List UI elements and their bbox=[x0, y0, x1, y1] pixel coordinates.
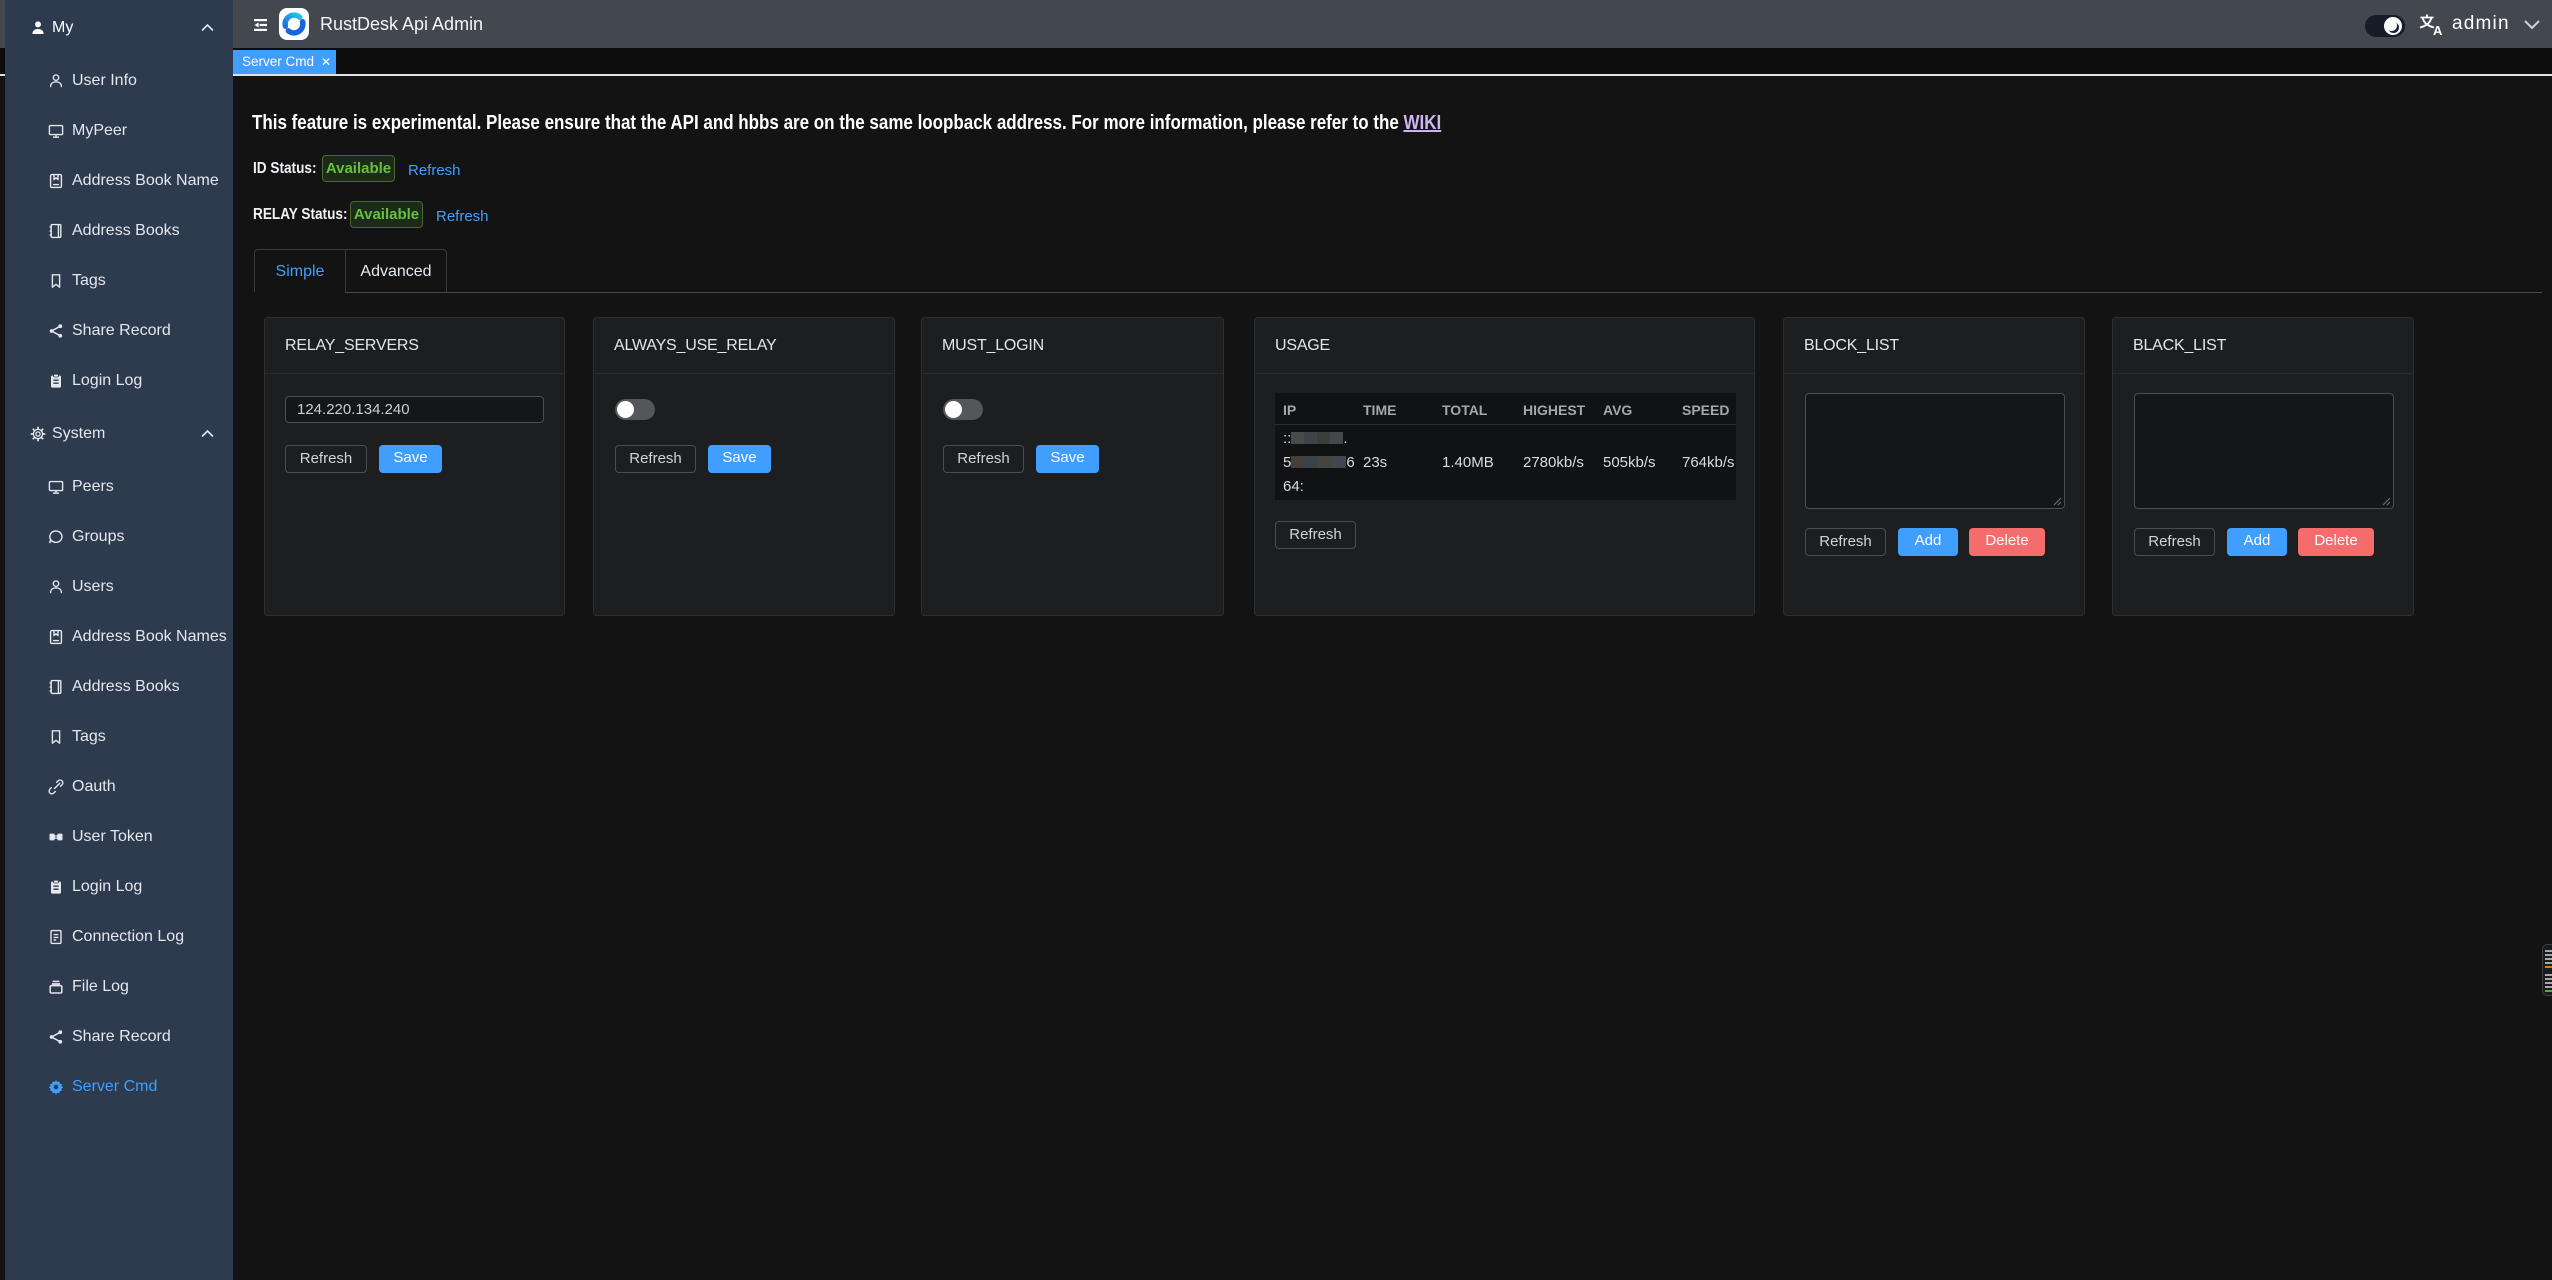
svg-text:A: A bbox=[2433, 23, 2443, 37]
